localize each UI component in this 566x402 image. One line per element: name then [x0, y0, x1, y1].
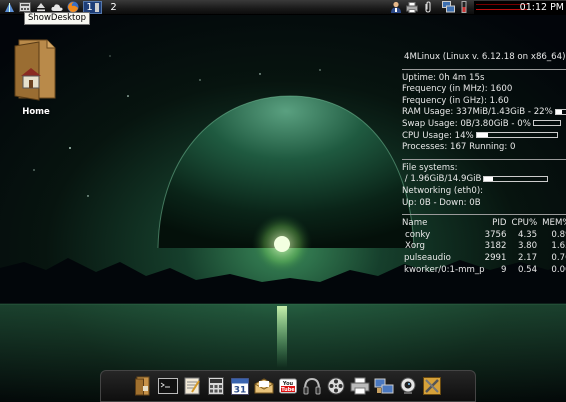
process-pid: 9	[501, 264, 507, 275]
conky-title: 4MLinux (Linux v. 6.12.18 on x86_64)	[404, 52, 566, 62]
showdesktop-tooltip: ShowDesktop	[24, 12, 90, 25]
networking-header: Networking (eth0):	[402, 185, 484, 196]
col-name: Name	[402, 218, 428, 229]
printer-icon[interactable]	[405, 1, 419, 14]
svg-text:Tube: Tube	[281, 387, 295, 393]
table-row: Xorg 3182 3.80 1.63	[402, 241, 566, 253]
process-table-header: Name PID CPU% MEM%	[402, 218, 566, 230]
workspace-2-label: 2	[110, 1, 117, 13]
filesystem-root-bar	[483, 175, 549, 182]
workspace-1-label: 1	[86, 1, 93, 13]
conky-divider	[402, 68, 566, 70]
col-pid: PID	[492, 218, 507, 229]
process-pid: 2991	[484, 252, 507, 263]
cpu-usage-fill	[476, 133, 488, 138]
mail-icon[interactable]	[254, 376, 274, 396]
process-pid: 3756	[484, 229, 507, 240]
frequency-mhz-text: Frequency (in MHz): 1600	[402, 84, 513, 95]
process-cpu: 2.17	[517, 252, 538, 263]
svg-text:31: 31	[234, 386, 247, 396]
process-mem: 0.89	[551, 229, 566, 240]
calendar-icon[interactable]: 31	[230, 376, 250, 396]
calculator-icon[interactable]	[206, 376, 226, 396]
paperclip-icon[interactable]	[421, 1, 435, 14]
filesystem-root-text: / 1.96GiB/14.9GiB	[404, 174, 482, 185]
filesystems-header: File systems:	[402, 162, 458, 173]
process-name: pulseaudio	[404, 252, 451, 263]
ram-usage-text: RAM Usage: 337MiB/1.43GiB - 22%	[402, 107, 553, 118]
application-dock: 31 You Tube	[100, 370, 476, 402]
ram-usage-fill	[555, 109, 562, 114]
network-icon[interactable]	[441, 1, 455, 14]
frequency-ghz-text: Frequency (in GHz): 1.60	[402, 95, 509, 106]
app-menu-icon[interactable]	[2, 1, 16, 14]
system-tray: 01:12 PM	[387, 0, 566, 14]
process-mem: 0.00	[551, 264, 566, 275]
swap-usage-text: Swap Usage: 0B/3.80GiB - 0%	[402, 118, 531, 129]
process-table: Name PID CPU% MEM% conky 3756 4.35 0.89 …	[402, 218, 566, 276]
desktop-icon-label: Home	[22, 107, 50, 117]
filesystem-root-fill	[484, 176, 493, 181]
volume-icon[interactable]	[457, 1, 471, 14]
process-name: Xorg	[405, 241, 425, 252]
network-share-icon[interactable]	[374, 376, 394, 396]
workspace-2-button[interactable]: 2	[105, 1, 122, 13]
process-cpu: 3.80	[517, 241, 538, 252]
text-editor-icon[interactable]	[182, 376, 202, 396]
ram-usage-bar	[554, 108, 566, 115]
terminal-icon[interactable]	[158, 376, 178, 396]
process-cpu: 0.54	[517, 264, 538, 275]
swap-usage-row: Swap Usage: 0B/3.80GiB - 0%	[402, 119, 566, 131]
cpu-usage-row: CPU Usage: 14%	[402, 131, 566, 143]
table-row: conky 3756 4.35 0.89	[402, 230, 566, 242]
swap-usage-bar	[532, 120, 561, 127]
conky-divider	[402, 158, 566, 160]
process-mem: 0.76	[551, 252, 566, 263]
file-manager-icon[interactable]	[134, 376, 154, 396]
conky-system-monitor: 4MLinux (Linux v. 6.12.18 on x86_64) Upt…	[402, 52, 566, 276]
user-icon[interactable]	[389, 1, 403, 14]
process-mem: 1.63	[551, 241, 566, 252]
filesystem-root-row: / 1.96GiB/14.9GiB	[402, 174, 566, 186]
process-name: kworker/0:1-mm_p	[404, 264, 485, 275]
col-cpu: CPU%	[511, 218, 538, 229]
uptime-text: Uptime: 0h 4m 15s	[402, 72, 485, 83]
processes-text: Processes: 167 Running: 0	[402, 142, 516, 153]
home-folder-icon	[14, 39, 56, 101]
headphones-icon[interactable]	[302, 376, 322, 396]
printer-icon[interactable]	[350, 376, 370, 396]
col-mem: MEM%	[542, 218, 566, 229]
conky-divider	[402, 214, 566, 216]
film-reel-icon[interactable]	[326, 376, 346, 396]
process-pid: 3182	[484, 241, 507, 252]
table-row: pulseaudio 2991 2.17 0.76	[402, 253, 566, 265]
cpu-usage-text: CPU Usage: 14%	[402, 130, 474, 141]
process-cpu: 4.35	[517, 229, 538, 240]
networking-text: Up: 0B - Down: 0B	[402, 197, 481, 208]
tools-icon[interactable]	[422, 376, 442, 396]
table-row: kworker/0:1-mm_p 9 0.54 0.00	[402, 265, 566, 277]
webcam-icon[interactable]	[398, 376, 418, 396]
clock: 01:12 PM	[519, 1, 564, 13]
workspace-window-indicator	[94, 2, 99, 12]
desktop-icon-home[interactable]: Home	[10, 36, 62, 117]
cpu-graph-and-clock[interactable]: 01:12 PM	[474, 0, 566, 14]
process-name: conky	[405, 229, 431, 240]
ram-usage-row: RAM Usage: 337MiB/1.43GiB - 22%	[402, 107, 566, 119]
youtube-icon[interactable]: You Tube	[278, 376, 298, 396]
cpu-usage-bar	[475, 132, 558, 139]
